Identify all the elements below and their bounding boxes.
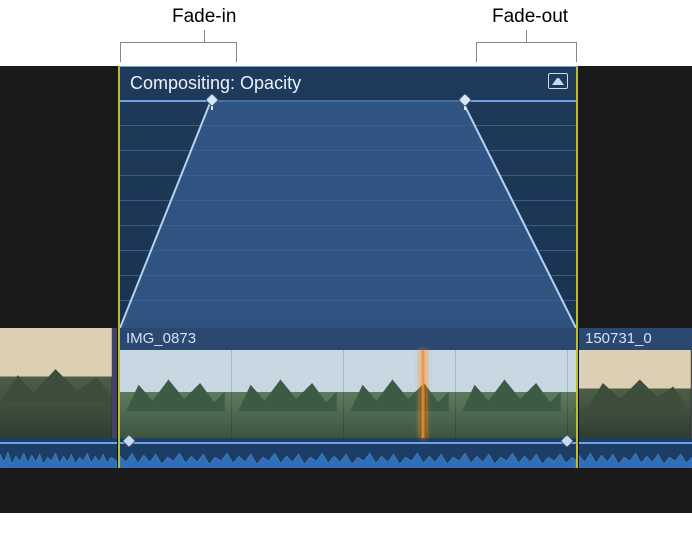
clip-thumbnails <box>120 350 576 438</box>
audio-track[interactable] <box>120 438 576 468</box>
anno-tick <box>236 42 237 62</box>
annotation-layer: Fade-in Fade-out <box>0 0 692 66</box>
through-edit-marker[interactable] <box>420 350 426 438</box>
thumbnail <box>344 350 456 438</box>
clip-label: IMG_0873 <box>126 330 196 347</box>
annotation-fade-out: Fade-out <box>492 6 568 28</box>
clip-thumbnails <box>0 328 117 438</box>
compositing-title: Compositing: Opacity <box>130 73 301 94</box>
video-animation-icon[interactable] <box>548 73 568 89</box>
opacity-curve[interactable] <box>120 100 576 328</box>
filmstrip-row: IMG_0873 <box>0 328 692 468</box>
thumbnail <box>232 350 344 438</box>
clip-thumbnails <box>579 350 692 438</box>
thumbnail <box>120 350 232 438</box>
anno-bracket <box>476 42 576 43</box>
timeline-clip-right[interactable]: 150731_0 <box>578 328 692 468</box>
audio-level-line[interactable] <box>120 442 576 444</box>
audio-level-line[interactable] <box>0 442 117 444</box>
thumbnail <box>456 350 568 438</box>
audio-level-line[interactable] <box>579 442 692 444</box>
anno-bracket <box>120 42 236 43</box>
thumbnail <box>0 328 112 438</box>
anno-tick <box>576 42 577 62</box>
anno-tick <box>120 42 121 62</box>
annotation-fade-in: Fade-in <box>172 6 236 28</box>
compositing-opacity-panel[interactable]: Compositing: Opacity <box>118 66 578 328</box>
timeline-area: Compositing: Opacity <box>0 66 692 513</box>
fade-out-handle[interactable] <box>459 95 471 109</box>
thumbnail <box>579 350 691 438</box>
audio-track[interactable] <box>579 438 692 468</box>
timeline-clip-selected[interactable]: IMG_0873 <box>118 328 578 468</box>
audio-waveform <box>120 448 576 468</box>
anno-stem <box>526 30 527 42</box>
anno-stem <box>204 30 205 42</box>
thumbnail <box>568 350 576 438</box>
clip-label: 150731_0 <box>585 330 652 347</box>
timeline-clip-left[interactable] <box>0 328 118 468</box>
audio-track[interactable] <box>0 438 117 468</box>
audio-waveform <box>579 448 692 468</box>
anno-tick <box>476 42 477 62</box>
page-margin-bottom <box>0 513 692 551</box>
fade-in-handle[interactable] <box>206 95 218 109</box>
audio-waveform <box>0 448 117 468</box>
